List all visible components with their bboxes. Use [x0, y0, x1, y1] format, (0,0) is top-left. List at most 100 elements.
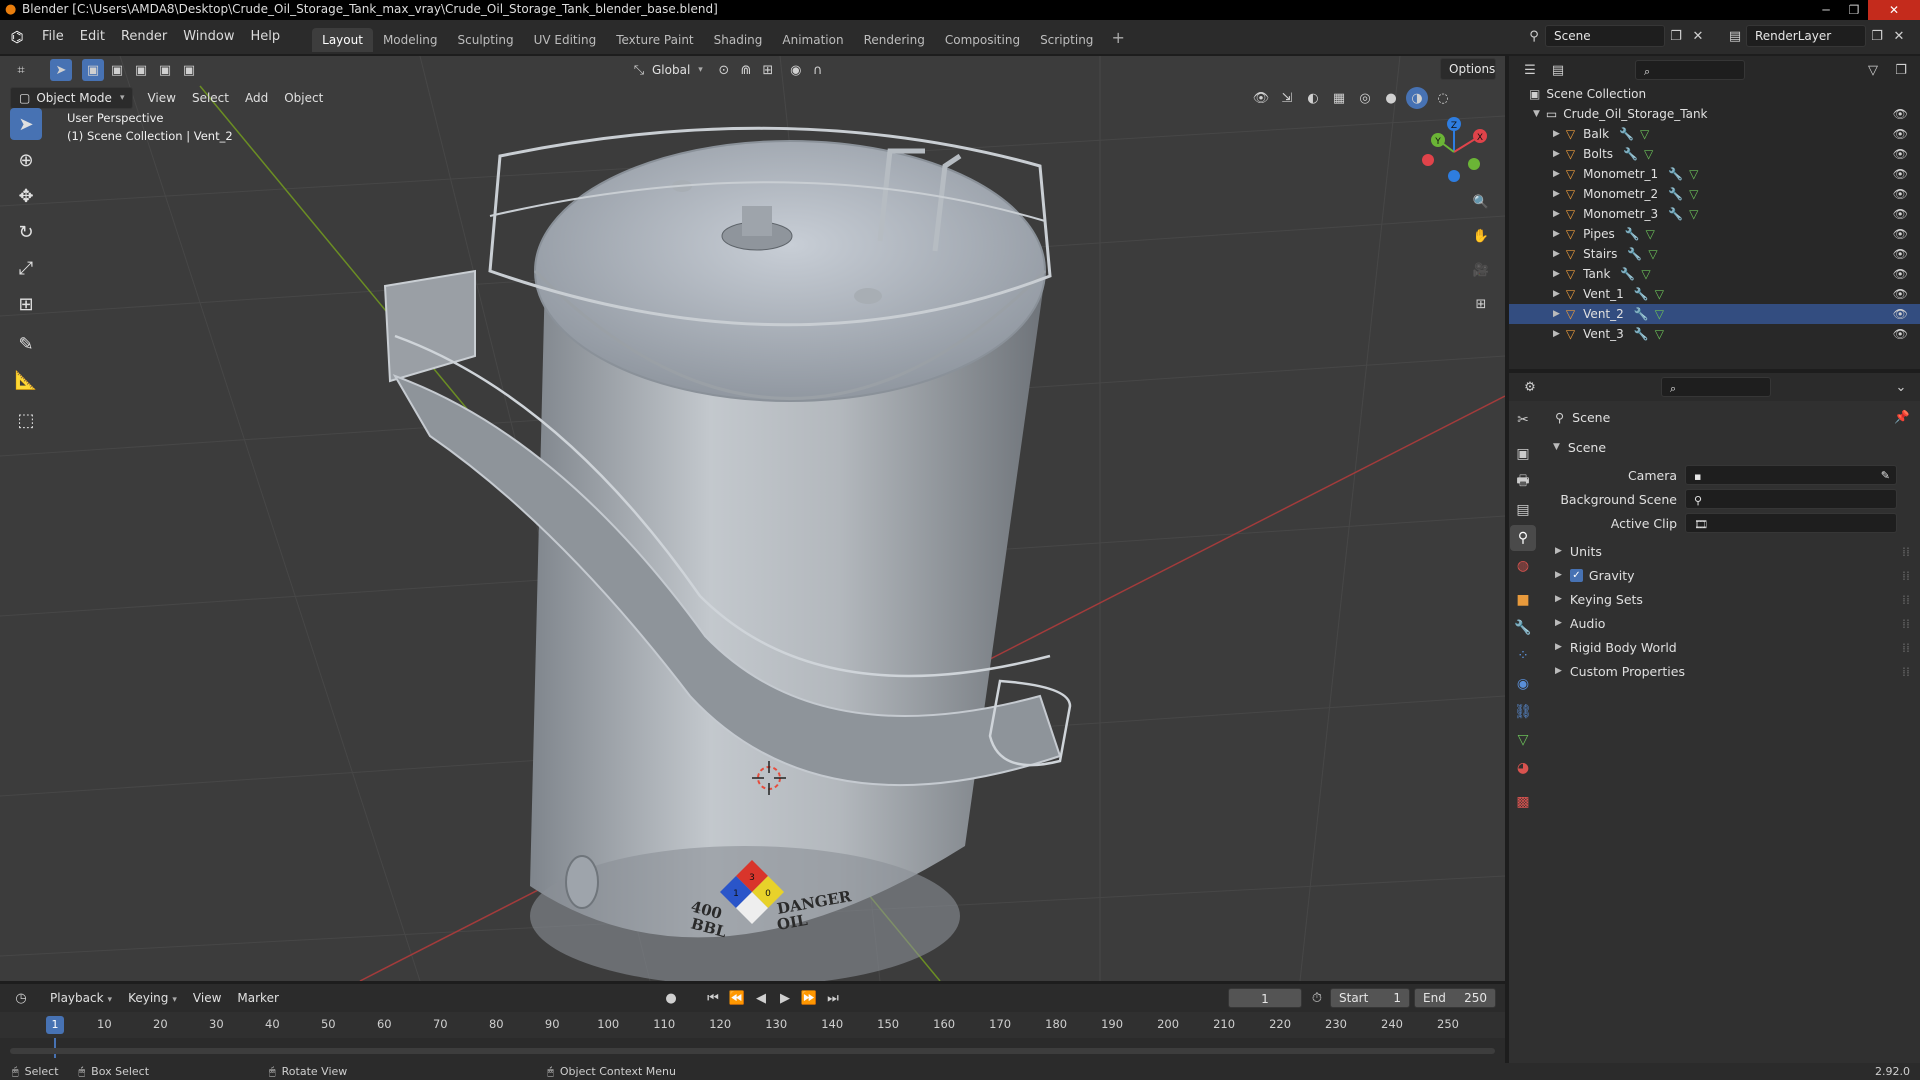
select-tool-icon[interactable]: ➤	[50, 59, 72, 81]
subpanel-gravity[interactable]: ▶ ✓ Gravity ⁞⁞	[1545, 563, 1920, 587]
scene-panel-header[interactable]: ▼ Scene	[1545, 435, 1920, 459]
select-extend-icon[interactable]: ▣	[106, 59, 128, 81]
select-intersect-icon[interactable]: ▣	[178, 59, 200, 81]
gizmo-toggle-icon[interactable]: ⇲	[1276, 87, 1298, 109]
visibility-eye-icon[interactable]: 👁	[1893, 207, 1908, 221]
menu-help[interactable]: Help	[243, 20, 289, 54]
outliner-item[interactable]: ▶ ▽ Monometr_2 🔧 ▽ 👁	[1509, 184, 1920, 204]
tool-tab-icon[interactable]: ✂	[1510, 407, 1536, 433]
move-tool[interactable]: ✥	[10, 180, 42, 212]
constraints-tab-icon[interactable]: ⛓	[1510, 699, 1536, 725]
viewport-menu-add[interactable]: Add	[237, 86, 276, 110]
data-tab-icon[interactable]: ▽	[1510, 727, 1536, 753]
tab-animation[interactable]: Animation	[772, 28, 853, 52]
end-frame-field[interactable]: End 250	[1414, 988, 1496, 1008]
timeline-editor-icon[interactable]: ◷	[10, 987, 32, 1009]
outliner-search-input[interactable]: ⌕	[1635, 60, 1745, 80]
visibility-eye-icon[interactable]: 👁	[1893, 127, 1908, 141]
outliner-item[interactable]: ▶ ▽ Vent_2 🔧 ▽ 👁	[1509, 304, 1920, 324]
rendered-shading-icon[interactable]: ◌	[1432, 87, 1454, 109]
drag-handle-icon[interactable]: ⁞⁞	[1902, 664, 1910, 679]
tab-layout[interactable]: Layout	[312, 27, 373, 52]
camera-field[interactable]: ▪ ✎	[1685, 465, 1897, 485]
record-icon[interactable]: ●	[660, 987, 682, 1009]
outliner-item[interactable]: ▶ ▽ Tank 🔧 ▽ 👁	[1509, 264, 1920, 284]
expand-down-icon[interactable]: ▼	[1553, 442, 1560, 452]
visibility-eye-icon[interactable]: 👁	[1893, 327, 1908, 341]
properties-search-input[interactable]: ⌕	[1661, 377, 1771, 397]
scene-selector[interactable]: ⚲ Scene ❐ ✕	[1523, 25, 1709, 47]
outliner-collection[interactable]: ▼ ▭ Crude_Oil_Storage_Tank 👁	[1509, 104, 1920, 124]
drag-handle-icon[interactable]: ⁞⁞	[1902, 640, 1910, 655]
subpanel-custom-properties[interactable]: ▶ Custom Properties ⁞⁞	[1545, 659, 1920, 683]
expand-right-icon[interactable]: ▶	[1553, 129, 1560, 139]
object-tab-icon[interactable]: ■	[1510, 587, 1536, 613]
annotate-tool[interactable]: ✎	[10, 328, 42, 360]
new-collection-icon[interactable]: ❐	[1890, 59, 1912, 81]
snap-increment-icon[interactable]: ⊞	[757, 59, 779, 81]
subpanel-audio[interactable]: ▶ Audio ⁞⁞	[1545, 611, 1920, 635]
expand-right-icon[interactable]: ▶	[1553, 189, 1560, 199]
timeline-menu-marker[interactable]: Marker	[229, 986, 286, 1010]
modifier-tab-icon[interactable]: 🔧	[1510, 615, 1536, 641]
menu-file[interactable]: File	[34, 20, 72, 54]
outliner-item[interactable]: ▶ ▽ Vent_1 🔧 ▽ 👁	[1509, 284, 1920, 304]
outliner-item[interactable]: ▶ ▽ Balk 🔧 ▽ 👁	[1509, 124, 1920, 144]
navigation-gizmo[interactable]: Z X Y	[1410, 112, 1490, 192]
pin-icon[interactable]: 📌	[1894, 409, 1910, 425]
subpanel-rigid-body-world[interactable]: ▶ Rigid Body World ⁞⁞	[1545, 635, 1920, 659]
play-icon[interactable]: ▶	[774, 987, 796, 1009]
add-cube-tool[interactable]: ⬚	[10, 404, 42, 436]
select-box-tool[interactable]: ➤	[10, 108, 42, 140]
solid-shading-icon[interactable]: ●	[1380, 87, 1402, 109]
expand-right-icon[interactable]: ▶	[1553, 249, 1560, 259]
menu-edit[interactable]: Edit	[72, 20, 113, 54]
expand-right-icon[interactable]: ▶	[1553, 169, 1560, 179]
snap-icon[interactable]: ⋒	[735, 59, 757, 81]
expand-right-icon[interactable]: ▶	[1553, 289, 1560, 299]
chevron-down-icon[interactable]: ⌄	[1890, 376, 1912, 398]
jump-end-icon[interactable]: ⏭	[822, 987, 844, 1009]
texture-tab-icon[interactable]: ▩	[1510, 789, 1536, 815]
timeline-menu-view[interactable]: View	[185, 986, 229, 1010]
scene-field[interactable]: Scene	[1545, 25, 1665, 47]
expand-right-icon[interactable]: ▶	[1553, 269, 1560, 279]
outliner-item[interactable]: ▶ ▽ Bolts 🔧 ▽ 👁	[1509, 144, 1920, 164]
subpanel-keying-sets[interactable]: ▶ Keying Sets ⁞⁞	[1545, 587, 1920, 611]
gravity-checkbox[interactable]: ✓	[1569, 568, 1583, 582]
expand-right-icon[interactable]: ▶	[1553, 309, 1560, 319]
new-renderlayer-icon[interactable]: ❐	[1866, 25, 1888, 47]
renderlayer-selector[interactable]: ▤ RenderLayer ❐ ✕	[1724, 25, 1910, 47]
renderlayer-field[interactable]: RenderLayer	[1746, 25, 1866, 47]
tab-texture-paint[interactable]: Texture Paint	[606, 28, 703, 52]
output-tab-icon[interactable]: 🖶	[1510, 469, 1536, 495]
delete-renderlayer-icon[interactable]: ✕	[1888, 25, 1910, 47]
drag-handle-icon[interactable]: ⁞⁞	[1902, 544, 1910, 559]
visibility-eye-icon[interactable]: 👁	[1893, 247, 1908, 261]
filter-icon[interactable]: ▽	[1862, 59, 1884, 81]
visibility-eye-icon[interactable]: 👁	[1893, 147, 1908, 161]
timeline-menu-keying[interactable]: Keying ▾	[120, 986, 185, 1010]
viewport-menu-object[interactable]: Object	[276, 86, 331, 110]
physics-tab-icon[interactable]: ◉	[1510, 671, 1536, 697]
outliner-root[interactable]: ▣ Scene Collection	[1509, 84, 1920, 104]
expand-right-icon[interactable]: ▶	[1555, 594, 1562, 604]
tab-sculpting[interactable]: Sculpting	[448, 28, 524, 52]
new-scene-icon[interactable]: ❐	[1665, 25, 1687, 47]
start-frame-field[interactable]: Start 1	[1330, 988, 1410, 1008]
options-dropdown[interactable]: Options	[1440, 58, 1496, 80]
proportional-edit-icon[interactable]: ◉	[785, 59, 807, 81]
minimize-button[interactable]: ─	[1812, 0, 1840, 20]
active-clip-field[interactable]: 🎞	[1685, 513, 1897, 533]
xray-icon[interactable]: ▦	[1328, 87, 1350, 109]
viewport-menu-view[interactable]: View	[139, 86, 183, 110]
outliner-item[interactable]: ▶ ▽ Pipes 🔧 ▽ 👁	[1509, 224, 1920, 244]
transform-tool[interactable]: ⊞	[10, 288, 42, 320]
scene-tab-icon[interactable]: ⚲	[1510, 525, 1536, 551]
outliner-item[interactable]: ▶ ▽ Stairs 🔧 ▽ 👁	[1509, 244, 1920, 264]
material-shading-icon[interactable]: ◑	[1406, 87, 1428, 109]
playhead-marker[interactable]: 1	[46, 1016, 64, 1034]
delete-scene-icon[interactable]: ✕	[1687, 25, 1709, 47]
mode-selector[interactable]: ▢ Object Mode ▾	[10, 87, 134, 109]
wireframe-shading-icon[interactable]: ◎	[1354, 87, 1376, 109]
